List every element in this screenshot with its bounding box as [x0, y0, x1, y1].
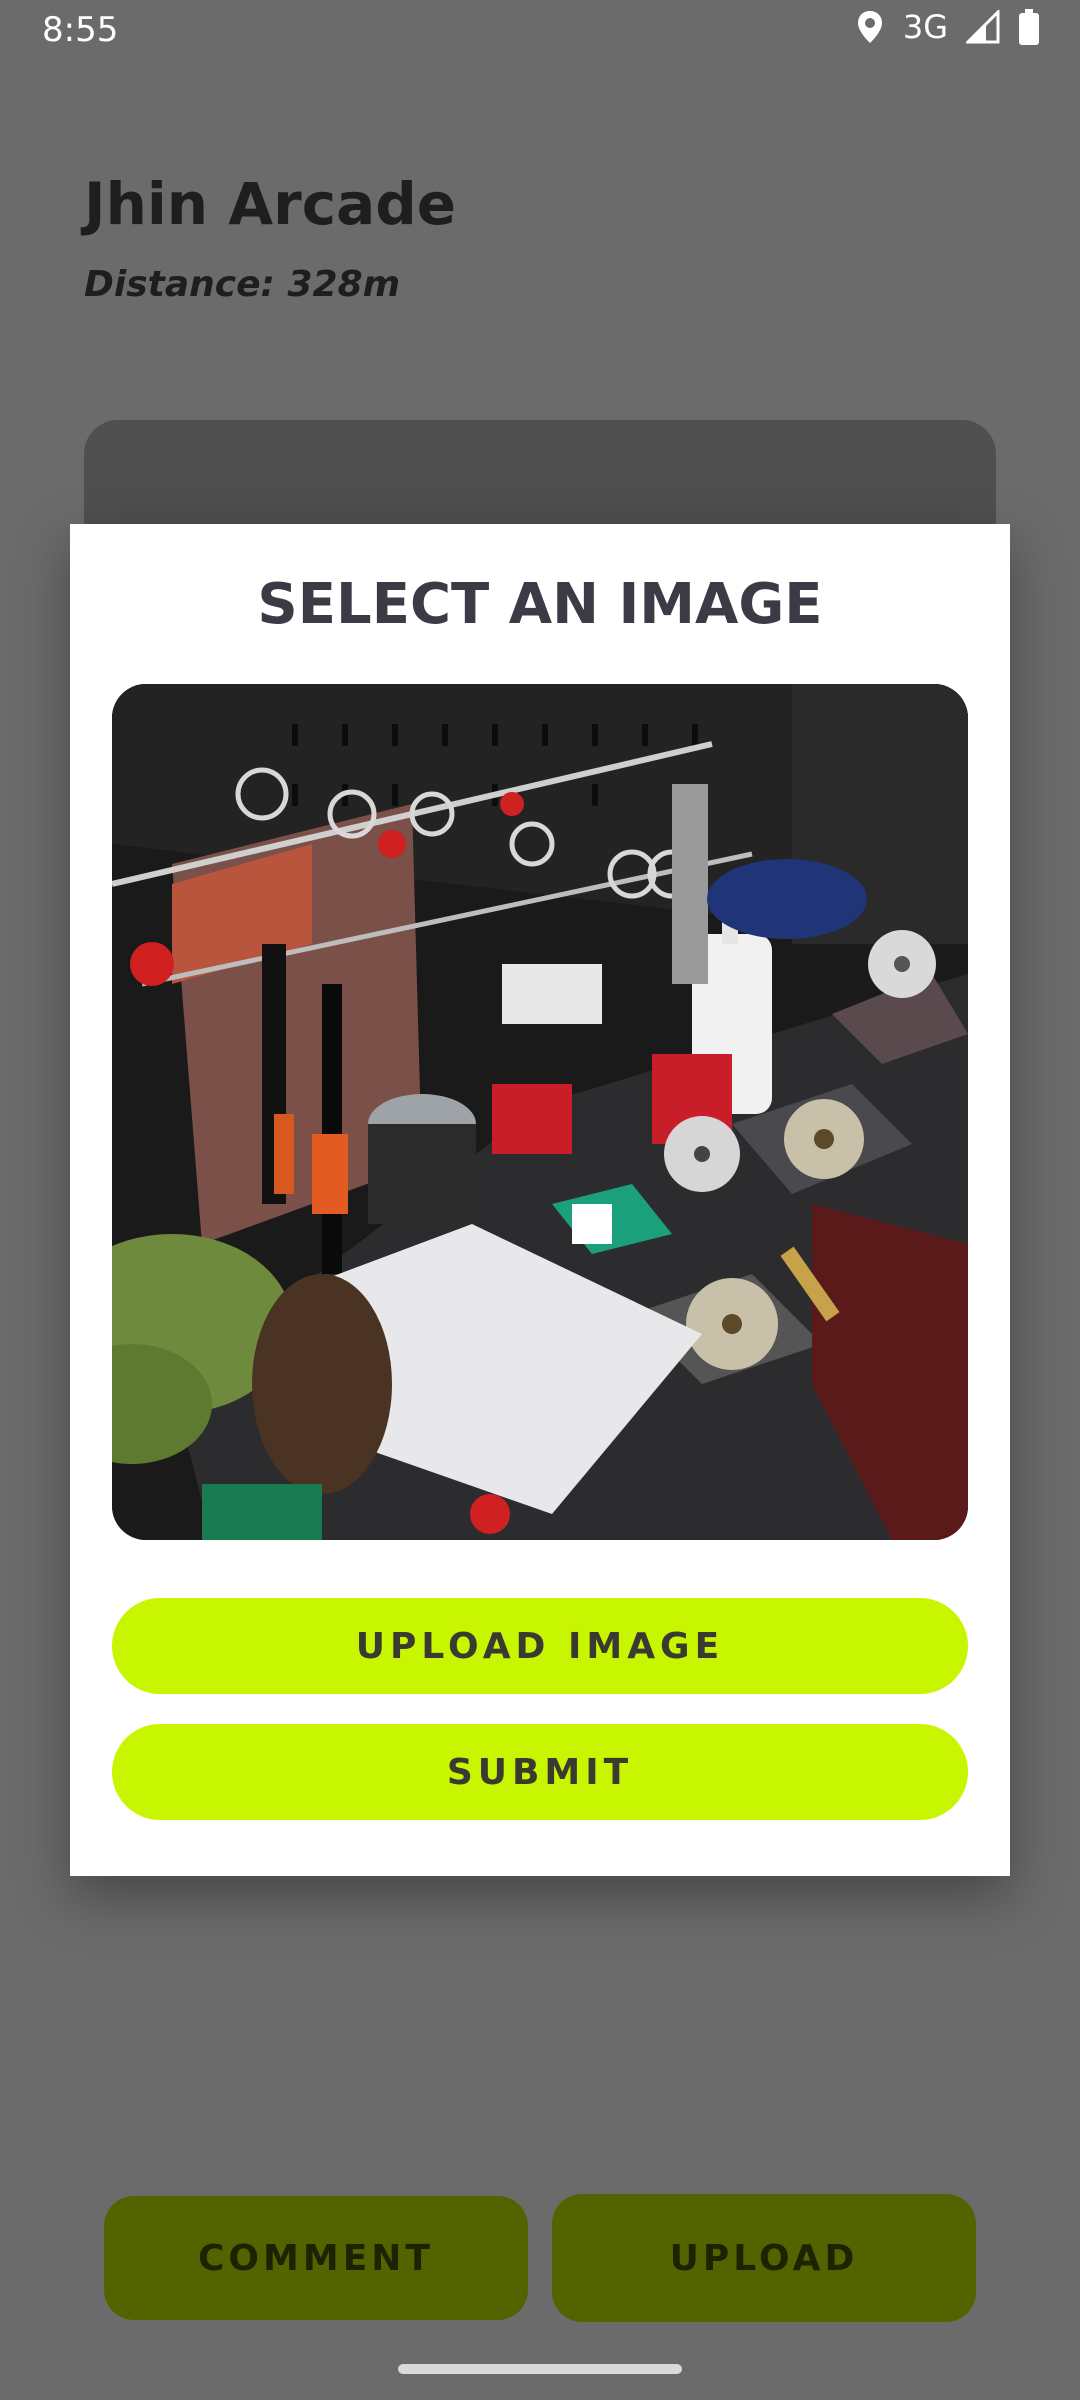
home-indicator[interactable] [398, 2364, 682, 2374]
upload-image-button[interactable]: UPLOAD IMAGE [112, 1598, 968, 1694]
image-preview [112, 684, 968, 1540]
location-icon [855, 9, 885, 45]
signal-icon [966, 10, 1000, 44]
distance-label: Distance: 328m [84, 264, 401, 305]
select-image-dialog: SELECT AN IMAGE UPLOAD IMAGE SUBMIT [70, 524, 1010, 1876]
dialog-title: SELECT AN IMAGE [257, 572, 823, 637]
page-title: Jhin Arcade [84, 170, 457, 238]
upload-button[interactable]: UPLOAD [552, 2194, 976, 2322]
network-type: 3G [902, 8, 948, 46]
status-icons: 3G [855, 8, 1040, 46]
submit-button[interactable]: SUBMIT [112, 1724, 968, 1820]
comment-button[interactable]: COMMENT [104, 2196, 528, 2320]
status-bar: 8:55 3G [0, 0, 1080, 64]
battery-icon [1018, 9, 1040, 45]
status-time: 8:55 [42, 10, 119, 50]
